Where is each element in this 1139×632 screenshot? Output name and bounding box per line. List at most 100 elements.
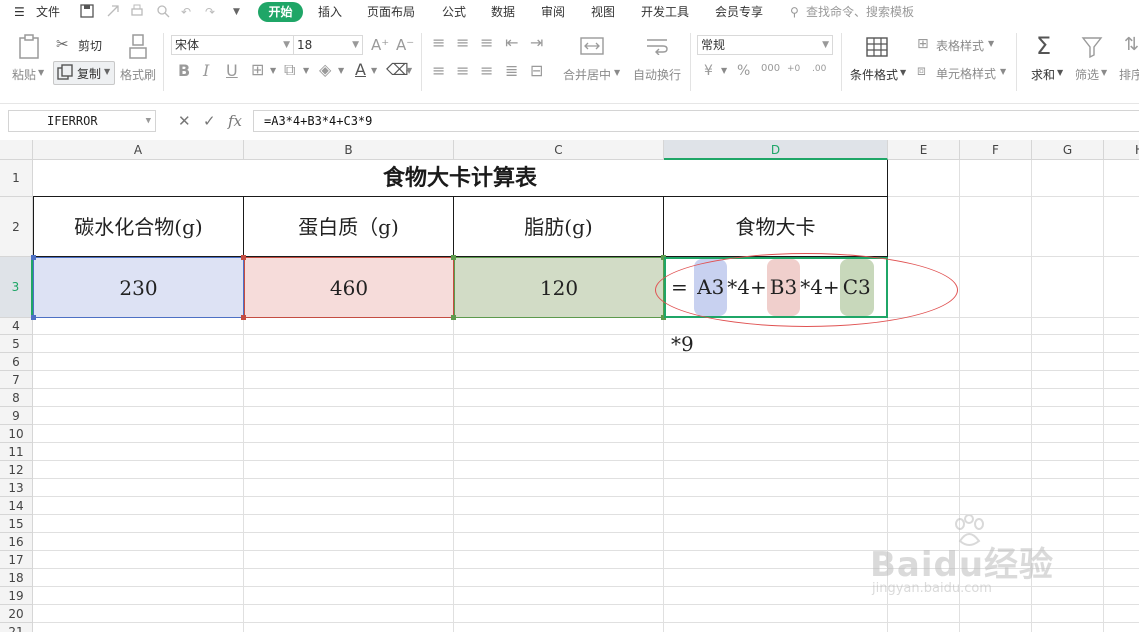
align-center-icon[interactable]: ≡ <box>456 63 469 79</box>
sort-button[interactable]: 排序 <box>1119 66 1139 83</box>
table-style-dropdown-icon[interactable]: ▼ <box>988 39 994 48</box>
font-name-select[interactable]: 宋体 ▼ <box>171 35 294 55</box>
row-header-19[interactable]: 19 <box>0 587 33 605</box>
row-header-10[interactable]: 10 <box>0 425 33 443</box>
align-top-icon[interactable]: ≡ <box>432 35 445 51</box>
increase-font-icon[interactable]: A⁺ <box>371 37 389 53</box>
cell-style-button[interactable]: 单元格样式 <box>936 65 996 82</box>
tab-member[interactable]: 会员专享 <box>715 0 763 25</box>
row-header-8[interactable]: 8 <box>0 389 33 407</box>
thousands-icon[interactable]: 000 <box>761 61 780 77</box>
sum-button[interactable]: 求和 <box>1031 66 1055 83</box>
cell-b3[interactable]: 460 <box>244 257 454 318</box>
column-header-e[interactable]: E <box>888 140 960 160</box>
border-dropdown-icon[interactable]: ▼ <box>270 66 276 75</box>
merge-dropdown-icon[interactable]: ▼ <box>614 68 620 77</box>
command-search[interactable]: 查找命令、搜索模板 <box>806 0 914 25</box>
tab-formula[interactable]: 公式 <box>442 0 466 25</box>
increase-decimal-icon[interactable]: +0 <box>787 61 800 77</box>
range-handle[interactable] <box>451 315 456 320</box>
underline-icon[interactable]: U <box>226 63 238 79</box>
row-header-13[interactable]: 13 <box>0 479 33 497</box>
tab-view[interactable]: 视图 <box>591 0 615 25</box>
italic-icon[interactable]: I <box>203 63 209 79</box>
fill-color-icon[interactable]: ⧉ <box>284 62 295 78</box>
conditional-format-button[interactable]: 条件格式 <box>850 66 898 83</box>
header-cell-protein[interactable]: 蛋白质（g) <box>244 197 454 257</box>
sum-dropdown-icon[interactable]: ▼ <box>1057 68 1063 77</box>
cell-c3[interactable]: 120 <box>454 257 664 318</box>
copy-button[interactable]: 复制 <box>77 65 101 82</box>
row-header-9[interactable]: 9 <box>0 407 33 425</box>
paste-icon[interactable] <box>17 34 41 60</box>
wrap-text-button[interactable]: 自动换行 <box>633 66 681 83</box>
formula-input[interactable]: =A3*4+B3*4+C3*9 <box>253 110 1139 132</box>
range-handle[interactable] <box>241 315 246 320</box>
row-header-21[interactable]: 21 <box>0 623 33 632</box>
table-style-button[interactable]: 表格样式 <box>936 37 984 54</box>
border-icon[interactable]: ⊞ <box>251 62 264 78</box>
row-header-12[interactable]: 12 <box>0 461 33 479</box>
export-icon[interactable] <box>106 4 120 18</box>
tab-developer[interactable]: 开发工具 <box>641 0 689 25</box>
tab-data[interactable]: 数据 <box>491 0 515 25</box>
cell-d3-editing[interactable]: = A3 *4+ B3 *4+ C3*9 <box>664 257 888 356</box>
fill-dropdown-icon[interactable]: ▼ <box>303 66 309 75</box>
cancel-icon[interactable]: ✕ <box>178 112 191 130</box>
fill-bucket-icon[interactable]: ◈ <box>319 62 331 78</box>
redo-icon[interactable]: ↷ <box>205 0 215 25</box>
justify-icon[interactable]: ≣ <box>505 63 518 79</box>
row-header-17[interactable]: 17 <box>0 551 33 569</box>
row-header-14[interactable]: 14 <box>0 497 33 515</box>
range-handle[interactable] <box>31 255 36 260</box>
row-header-2[interactable]: 2 <box>0 197 33 257</box>
tab-page-layout[interactable]: 页面布局 <box>367 0 415 25</box>
decrease-decimal-icon[interactable]: .00 <box>812 61 826 77</box>
decrease-font-icon[interactable]: A⁻ <box>396 37 414 53</box>
insert-function-icon[interactable]: fx <box>228 112 242 130</box>
column-header-f[interactable]: F <box>960 140 1032 160</box>
tab-review[interactable]: 审阅 <box>541 0 565 25</box>
column-header-c[interactable]: C <box>454 140 664 160</box>
align-bottom-icon[interactable]: ≡ <box>480 35 493 51</box>
header-cell-calories[interactable]: 食物大卡 <box>664 197 888 257</box>
cell-style-dropdown-icon[interactable]: ▼ <box>1000 67 1006 76</box>
preview-icon[interactable] <box>156 4 170 18</box>
font-color-dropdown-icon[interactable]: ▼ <box>371 66 377 75</box>
tab-home[interactable]: 开始 <box>258 2 303 22</box>
eraser-dropdown-icon[interactable]: ▼ <box>406 66 412 75</box>
column-header-g[interactable]: G <box>1032 140 1104 160</box>
row-header-20[interactable]: 20 <box>0 605 33 623</box>
currency-dropdown-icon[interactable]: ▼ <box>721 66 727 75</box>
range-handle[interactable] <box>241 255 246 260</box>
range-handle[interactable] <box>31 315 36 320</box>
header-cell-carbs[interactable]: 碳水化合物(g) <box>33 197 244 257</box>
column-header-a[interactable]: A <box>33 140 244 160</box>
align-left-icon[interactable]: ≡ <box>432 63 445 79</box>
bucket-dropdown-icon[interactable]: ▼ <box>338 66 344 75</box>
align-right-icon[interactable]: ≡ <box>480 63 493 79</box>
indent-decrease-icon[interactable]: ⇤ <box>505 35 518 51</box>
filter-button[interactable]: 筛选 <box>1075 66 1099 83</box>
distribute-icon[interactable]: ⊟ <box>530 63 543 79</box>
font-color-icon[interactable]: A <box>355 62 366 78</box>
select-all-corner[interactable] <box>0 140 33 160</box>
align-middle-icon[interactable]: ≡ <box>456 35 469 51</box>
indent-increase-icon[interactable]: ⇥ <box>530 35 543 51</box>
bold-icon[interactable]: B <box>178 63 190 79</box>
copy-dropdown-icon[interactable]: ▼ <box>104 67 110 76</box>
merge-center-button[interactable]: 合并居中 <box>563 66 611 83</box>
row-header-5[interactable]: 5 <box>0 335 33 353</box>
table-title-cell[interactable]: 食物大卡计算表 <box>33 160 888 197</box>
row-header-3[interactable]: 3 <box>0 257 33 318</box>
name-box[interactable]: IFERROR ▼ <box>8 110 156 132</box>
row-header-7[interactable]: 7 <box>0 371 33 389</box>
confirm-icon[interactable]: ✓ <box>203 112 216 130</box>
column-header-b[interactable]: B <box>244 140 454 160</box>
print-icon[interactable] <box>130 4 144 18</box>
cut-button[interactable]: 剪切 <box>78 37 102 54</box>
conditional-dropdown-icon[interactable]: ▼ <box>900 68 906 77</box>
row-header-11[interactable]: 11 <box>0 443 33 461</box>
paste-dropdown-icon[interactable]: ▼ <box>38 68 44 77</box>
save-icon[interactable] <box>80 4 94 18</box>
